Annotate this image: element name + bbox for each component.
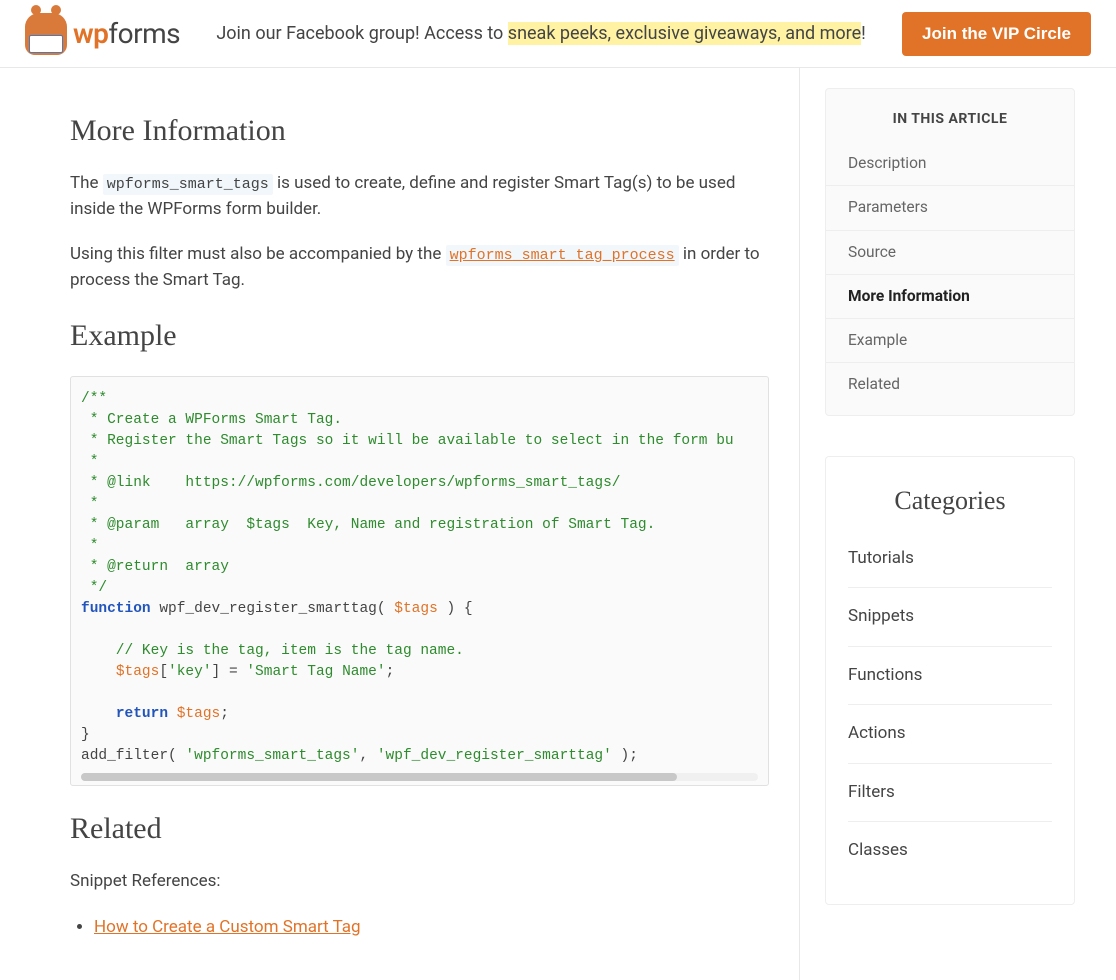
categories-card: Categories Tutorials Snippets Functions … [825,456,1075,905]
link-smart-tag-process[interactable]: wpforms_smart_tag_process [446,244,679,264]
category-actions[interactable]: Actions [848,705,1052,764]
toc-item-source[interactable]: Source [826,230,1074,274]
category-filters[interactable]: Filters [848,764,1052,823]
mascot-icon [25,13,67,55]
logo-text: wpforms [73,13,180,55]
category-tutorials[interactable]: Tutorials [848,530,1052,589]
promo-highlight[interactable]: sneak peeks, exclusive giveaways, and mo… [508,22,861,45]
join-vip-button[interactable]: Join the VIP Circle [902,12,1091,56]
scrollbar-thumb[interactable] [81,773,677,781]
related-links-list: How to Create a Custom Smart Tag [70,915,769,941]
toc-card: IN THIS ARTICLE Description Parameters S… [825,88,1075,416]
snippet-references-label: Snippet References: [70,869,769,895]
category-snippets[interactable]: Snippets [848,588,1052,647]
toc-item-description[interactable]: Description [826,142,1074,185]
sidebar: IN THIS ARTICLE Description Parameters S… [800,68,1100,980]
code-example-block: /** * Create a WPForms Smart Tag. * Regi… [70,376,769,786]
more-info-para-2: Using this filter must also be accompani… [70,242,769,293]
code-horizontal-scrollbar[interactable] [81,773,758,781]
heading-more-info: More Information [70,108,769,153]
heading-example: Example [70,313,769,358]
code-inline-filter: wpforms_smart_tags [103,174,273,195]
toc-item-more-information[interactable]: More Information [826,274,1074,318]
more-info-para-1: The wpforms_smart_tags is used to create… [70,171,769,222]
categories-title: Categories [848,481,1052,520]
link-create-custom-smart-tag[interactable]: How to Create a Custom Smart Tag [94,917,361,937]
toc-item-parameters[interactable]: Parameters [826,185,1074,229]
list-item: How to Create a Custom Smart Tag [94,915,769,941]
toc-title: IN THIS ARTICLE [826,109,1074,130]
toc-item-example[interactable]: Example [826,318,1074,362]
main-content: More Information The wpforms_smart_tags … [0,68,800,980]
logo-link[interactable]: wpforms [25,13,180,55]
code-pre: /** * Create a WPForms Smart Tag. * Regi… [81,389,758,767]
category-functions[interactable]: Functions [848,647,1052,706]
promo-text: Join our Facebook group! Access to sneak… [180,20,902,47]
top-header: wpforms Join our Facebook group! Access … [0,0,1116,68]
category-classes[interactable]: Classes [848,822,1052,880]
heading-related: Related [70,806,769,851]
toc-item-related[interactable]: Related [826,362,1074,406]
